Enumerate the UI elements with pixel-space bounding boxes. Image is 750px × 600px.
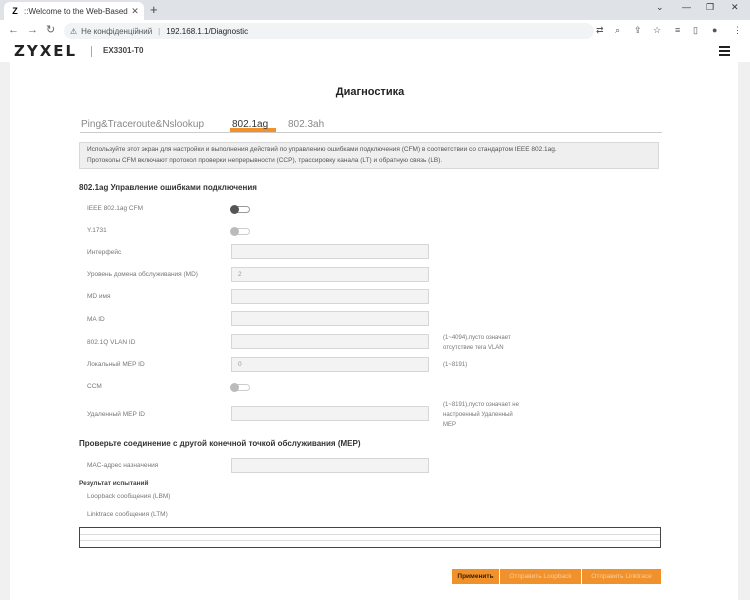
tab-802-3ah[interactable]: 802.3ah — [288, 119, 324, 130]
reading-list-icon[interactable]: ≡ — [675, 25, 680, 35]
browser-toolbar: ← → ↻ ⚠ Не конфіденційний | 192.168.1.1/… — [0, 20, 750, 43]
zoom-icon[interactable]: ⌕ — [615, 25, 620, 35]
test-results-box — [79, 527, 661, 548]
vlan-hint: (1~4094),пусто означает отсутствие тега … — [443, 335, 511, 351]
reload-icon[interactable]: ↻ — [46, 24, 55, 36]
ma-id-label: MA ID — [87, 316, 105, 323]
hamburger-menu-icon[interactable] — [719, 46, 730, 56]
cfm-section-title: 802.1ag Управление ошибками подключения — [79, 183, 257, 192]
close-window-icon[interactable]: ✕ — [731, 2, 739, 13]
vlan-id-label: 802.1Q VLAN ID — [87, 339, 136, 346]
info-box: Используйте этот экран для настройки и в… — [79, 142, 659, 169]
tab-802-1ag-label: 802.1ag — [232, 119, 269, 130]
info-line-1: Используйте этот экран для настройки и в… — [87, 146, 557, 153]
ccm-toggle[interactable] — [230, 383, 250, 392]
url-text[interactable]: 192.168.1.1/Diagnostic — [166, 27, 248, 36]
translate-icon[interactable]: ⇄ — [596, 25, 604, 35]
md-name-label: MD имя — [87, 293, 111, 300]
browser-tab[interactable]: Z ::Welcome to the Web-Based Co ✕ — [4, 2, 144, 20]
profile-icon[interactable]: ● — [712, 25, 717, 35]
mac-address-field[interactable] — [231, 458, 429, 473]
back-icon[interactable]: ← — [8, 24, 19, 36]
diagnostic-tabs: Ping&Traceroute&Nslookup 802.1ag 802.3ah — [80, 119, 662, 133]
forward-icon[interactable]: → — [27, 24, 38, 36]
local-mep-label: Локальный MEP ID — [87, 361, 145, 368]
security-status[interactable]: Не конфіденційний — [81, 27, 152, 36]
tab-ping-traceroute[interactable]: Ping&Traceroute&Nslookup — [81, 119, 204, 130]
address-bar[interactable]: ⚠ Не конфіденційний | 192.168.1.1/Diagno… — [64, 23, 594, 39]
vlan-id-field[interactable] — [231, 334, 429, 349]
chevron-down-icon[interactable]: ⌄ — [656, 2, 664, 13]
interface-label: Интерфейс — [87, 249, 122, 256]
interface-select[interactable] — [231, 244, 429, 259]
remote-mep-label: Удаленный MEP ID — [87, 411, 145, 418]
ccm-label: CCM — [87, 383, 102, 390]
y1731-toggle[interactable] — [230, 227, 250, 236]
menu-dots-icon[interactable]: ⋮ — [733, 25, 742, 35]
toggle-knob — [230, 205, 239, 214]
warning-icon[interactable]: ⚠ — [70, 27, 77, 36]
tab-802-1ag[interactable]: 802.1ag — [230, 119, 276, 132]
results-title: Результат испытаний — [79, 480, 149, 487]
y1731-label: Y.1731 — [87, 227, 107, 234]
mep-section-title: Проверьте соединение с другой конечной т… — [79, 439, 361, 448]
apply-button[interactable]: Применить — [452, 569, 499, 584]
send-linktrace-button[interactable]: Отправить Linktrace — [582, 569, 661, 584]
send-loopback-button[interactable]: Отправить Loopback — [500, 569, 581, 584]
md-name-field[interactable] — [231, 289, 429, 304]
tab-close-icon[interactable]: ✕ — [130, 6, 140, 17]
zyxel-favicon-icon: Z — [12, 6, 18, 16]
zyxel-logo: ZYXEL — [14, 42, 78, 60]
remote-mep-field[interactable] — [231, 406, 429, 421]
router-header: ZYXEL EX3301-T0 — [0, 42, 750, 62]
header-divider — [91, 46, 92, 57]
browser-tab-title: ::Welcome to the Web-Based Co — [24, 6, 130, 16]
md-level-label: Уровень домена обслуживания (MD) — [87, 271, 198, 278]
cfm-label: IEEE 802.1ag CFM — [87, 205, 143, 212]
local-mep-field[interactable]: 0 — [231, 357, 429, 372]
cfm-toggle[interactable] — [230, 205, 250, 214]
ltm-label: Linktrace сообщения (LTM) — [87, 511, 168, 518]
device-model: EX3301-T0 — [103, 46, 144, 55]
side-panel-icon[interactable]: ▯ — [693, 25, 698, 35]
remote-mep-hint: (1~8191),пусто означает не настроенный У… — [443, 402, 519, 428]
main-content: Диагностика Ping&Traceroute&Nslookup 802… — [10, 62, 738, 600]
page-title: Диагностика — [335, 86, 405, 98]
bookmark-star-icon[interactable]: ☆ — [653, 25, 661, 35]
share-icon[interactable]: ⇪ — [634, 25, 642, 35]
ma-id-field[interactable] — [231, 311, 429, 326]
local-mep-hint: (1~8191) — [443, 362, 468, 368]
toggle-knob — [230, 227, 239, 236]
toggle-knob — [230, 383, 239, 392]
restore-icon[interactable]: ❐ — [706, 2, 714, 13]
browser-tab-bar: Z ::Welcome to the Web-Based Co ✕ + ⌄ — … — [0, 0, 750, 20]
minimize-icon[interactable]: — — [682, 2, 691, 12]
info-line-2: Протоколы CFM включают протокол проверки… — [87, 157, 443, 164]
new-tab-icon[interactable]: + — [150, 3, 158, 17]
lbm-label: Loopback сообщения (LBM) — [87, 493, 171, 500]
mac-label: MAC-адрес назначения — [87, 462, 159, 469]
md-level-field[interactable]: 2 — [231, 267, 429, 282]
